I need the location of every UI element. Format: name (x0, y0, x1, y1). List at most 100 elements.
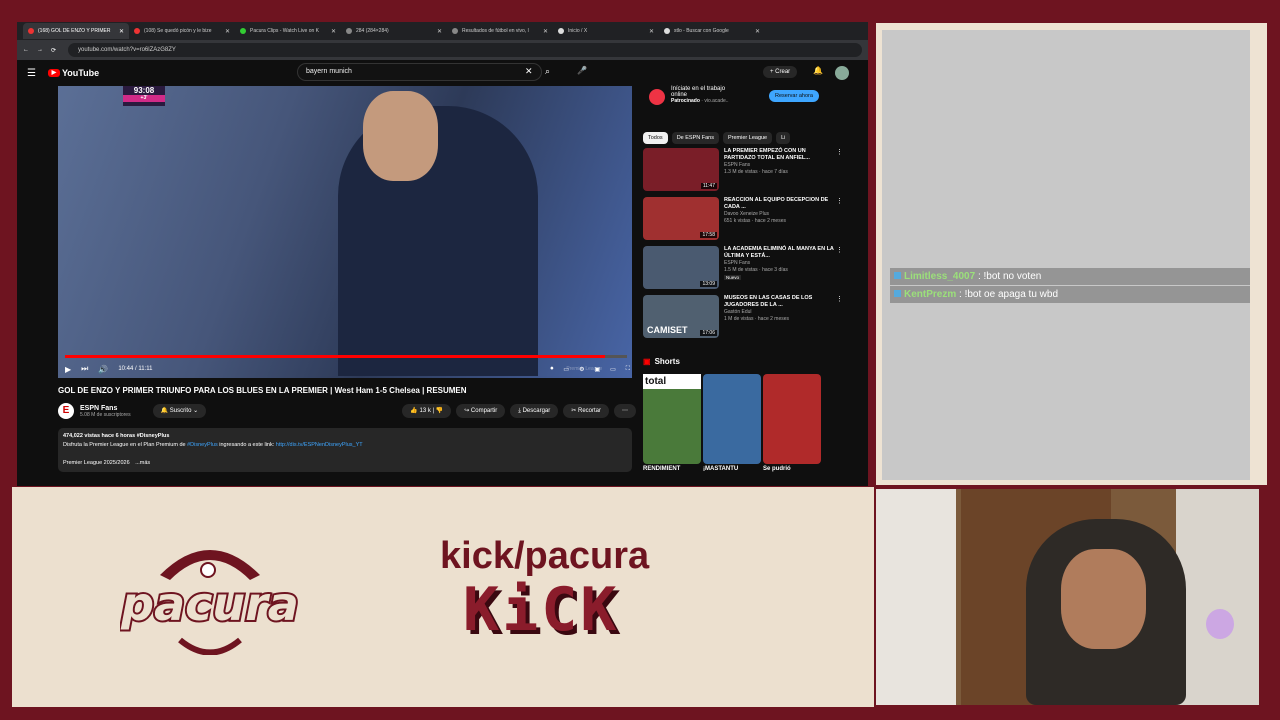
browser-tab[interactable]: 284 (284×284) ✕ (341, 23, 447, 39)
short-overlay-text: total (643, 374, 701, 389)
close-tab-icon[interactable]: ✕ (119, 28, 124, 35)
sidebar: Iníciate en el trabajo online Patrocinad… (643, 86, 843, 472)
reserve-button[interactable]: Reservar ahora (769, 90, 819, 102)
browser-window: (168) GOL DE ENZO Y PRIMER ✕ (108) Se qued… (17, 22, 868, 486)
clip-button[interactable]: ✂ Recortar (563, 404, 609, 418)
video-thumbnail[interactable]: 13:09 (643, 246, 719, 289)
description-link[interactable]: http://dis.tv/ESPNenDisneyPlus_YT (276, 442, 363, 448)
autoplay-toggle[interactable]: ⏺ (550, 366, 553, 373)
video-thumbnail[interactable]: 17:58 (643, 197, 719, 240)
close-tab-icon[interactable]: ✕ (225, 28, 230, 35)
close-tab-icon[interactable]: ✕ (331, 28, 336, 35)
clear-search-icon[interactable]: ✕ (525, 66, 533, 77)
notifications-icon[interactable]: 🔔 (813, 66, 823, 75)
close-tab-icon[interactable]: ✕ (543, 28, 548, 35)
pacura-logo: pacura (120, 550, 300, 655)
shorts-shelf: total (643, 374, 843, 464)
volume-icon[interactable]: 🔊 (98, 365, 108, 374)
address-bar: ← → ⟳ youtube.com/watch?v=ro6lZAzG8ZY (17, 40, 868, 60)
video-player[interactable]: 93:08 +3' Premier League (58, 86, 632, 378)
more-options-icon[interactable]: ⋮ (836, 246, 843, 292)
logo-wordmark: pacura (120, 577, 299, 631)
kick-badge-icon (894, 290, 901, 297)
theater-icon[interactable]: ▭ (610, 366, 616, 373)
more-options-icon[interactable]: ⋮ (836, 197, 843, 243)
filter-chip[interactable]: Premier League (722, 132, 773, 144)
filter-chip[interactable]: De ESPN Fans (671, 132, 719, 144)
browser-tab[interactable]: Pacura Clips - Watch Live on K ✕ (235, 23, 341, 39)
create-button[interactable]: + Crear (763, 66, 798, 78)
recommendations-list: 11:47 LA PREMIER EMPEZÓ CON UN PARTIDAZO … (643, 148, 843, 341)
channel-avatar[interactable]: E (58, 403, 74, 419)
youtube-logo[interactable]: ▶ YouTube (47, 68, 99, 78)
chat-message: KentPrezm : !bot oe apaga tu wbd (890, 286, 1250, 303)
miniplayer-icon[interactable]: ▣ (594, 366, 600, 373)
reload-icon[interactable]: ⟳ (51, 47, 56, 54)
chat-text: !bot oe apaga tu wbd (964, 289, 1059, 300)
recommendation-item[interactable]: 11:47 LA PREMIER EMPEZÓ CON UN PARTIDAZO … (643, 148, 843, 194)
rec-meta: 651 k vistas · hace 2 meses (724, 218, 786, 224)
recommendation-item[interactable]: 13:09 LA ACADEMIA ELIMINÓ AL MANYA EN LA … (643, 246, 843, 292)
video-thumbnail[interactable]: CAMISET 17:06 (643, 295, 719, 338)
short-title: ¡MASTANTU (703, 466, 739, 472)
cam-face (1061, 549, 1146, 649)
browser-tab[interactable]: stlo - Buscar con Google ✕ (659, 23, 765, 39)
channel-name[interactable]: ESPN Fans (80, 405, 131, 412)
description-box[interactable]: 474,022 vistas hace 6 horas #DisneyPlus … (58, 428, 632, 472)
tab-label: Pacura Clips - Watch Live on K (250, 28, 320, 34)
menu-icon[interactable]: ☰ (27, 68, 36, 79)
more-options-icon[interactable]: ⋮ (836, 148, 843, 194)
short-thumbnail[interactable]: total (643, 374, 701, 464)
url-field[interactable]: youtube.com/watch?v=ro6lZAzG8ZY (68, 43, 862, 57)
short-thumbnail[interactable] (763, 374, 821, 464)
tab-bar: (168) GOL DE ENZO Y PRIMER ✕ (108) Se qued… (17, 22, 868, 40)
more-options-icon[interactable]: ⋮ (836, 295, 843, 341)
like-button[interactable]: 👍 13 k | 👎 (402, 404, 452, 418)
fullscreen-icon[interactable]: ⛶ (626, 366, 630, 373)
tab-label: stlo - Buscar con Google (674, 28, 729, 34)
chat-username[interactable]: Limitless_4007 (904, 271, 975, 282)
close-tab-icon[interactable]: ✕ (437, 28, 442, 35)
next-icon[interactable]: ⏭ (81, 364, 88, 374)
tab-label: (108) Se quedó picón y le bize (144, 28, 212, 34)
rec-meta: 1.3 M de vistas · hace 7 días (724, 169, 788, 175)
added-time: +3' (123, 95, 165, 102)
filter-chip[interactable]: Todos (643, 132, 668, 144)
chat-username[interactable]: KentPrezm (904, 289, 956, 300)
rec-title: LA PREMIER EMPEZÓ CON UN PARTIDAZO TOTAL… (724, 148, 810, 161)
tab-favicon-icon (664, 28, 670, 34)
subtitles-icon[interactable]: ▭ (563, 366, 569, 373)
browser-tab[interactable]: (108) Se quedó picón y le bize ✕ (129, 23, 235, 39)
subscribe-button[interactable]: 🔔 Suscrito ⌄ (152, 404, 207, 418)
avatar[interactable] (835, 66, 849, 80)
play-icon[interactable]: ▶ (65, 365, 71, 374)
browser-tab[interactable]: Resultados de fútbol en vivo, l ✕ (447, 23, 553, 39)
search-icon[interactable]: ⌕ (545, 66, 550, 77)
forward-icon[interactable]: → (37, 47, 43, 53)
browser-tab[interactable]: Inicio / X ✕ (553, 23, 659, 39)
search-input[interactable]: bayern munich (297, 63, 542, 81)
close-tab-icon[interactable]: ✕ (649, 28, 654, 35)
rec-title: LA ACADEMIA ELIMINÓ AL MANYA EN LA ÚLTIM… (724, 246, 834, 259)
filter-chip[interactable]: Li (776, 132, 791, 144)
tab-label: Resultados de fútbol en vivo, l (462, 28, 529, 34)
more-actions-button[interactable]: ⋯ (614, 404, 636, 418)
browser-tab[interactable]: (168) GOL DE ENZO Y PRIMER ✕ (23, 23, 129, 39)
show-more-link[interactable]: ...más (135, 460, 150, 466)
short-thumbnail[interactable] (703, 374, 761, 464)
recommendation-item[interactable]: CAMISET 17:06 MUSEOS EN LAS CASAS DE LOS J… (643, 295, 843, 341)
close-tab-icon[interactable]: ✕ (755, 28, 760, 35)
download-button[interactable]: ⤓ Descargar (510, 404, 559, 418)
recommendation-item[interactable]: 17:58 REACCION AL EQUIPO DECEPCION DE CAD… (643, 197, 843, 243)
short-title: RENDIMIENT (643, 466, 681, 472)
back-icon[interactable]: ← (23, 47, 29, 53)
kick-badge-icon (894, 272, 901, 279)
match-clock: 93:08 +3' (123, 86, 165, 106)
rec-title: REACCION AL EQUIPO DECEPCION DE CADA ... (724, 197, 829, 210)
share-button[interactable]: ↪ Compartir (456, 404, 506, 418)
progress-bar[interactable] (65, 355, 627, 358)
microphone-icon[interactable]: 🎤 (577, 66, 587, 75)
settings-icon[interactable]: ⚙ (579, 366, 584, 373)
video-thumbnail[interactable]: 11:47 (643, 148, 719, 191)
sponsored-ad[interactable]: Iníciate en el trabajo online Patrocinad… (643, 86, 843, 126)
